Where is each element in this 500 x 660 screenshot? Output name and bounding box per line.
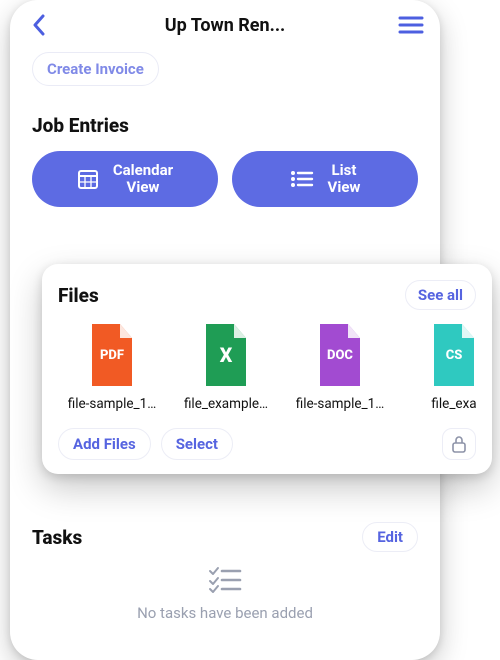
list-view-label: List View (328, 162, 361, 197)
files-lock-button[interactable] (442, 428, 476, 460)
menu-button[interactable] (396, 10, 426, 40)
top-nav: Up Town Ren... (10, 0, 440, 50)
file-name: file_example… (184, 396, 268, 412)
page-title: Up Town Ren... (10, 15, 440, 36)
file-item[interactable]: CS file_exa (400, 324, 476, 412)
file-pdf-icon: PDF (88, 324, 136, 386)
file-badge: X (220, 343, 233, 367)
file-item[interactable]: DOC file-sample_1… (286, 324, 394, 412)
file-excel-icon: X (202, 324, 250, 386)
files-see-all-button[interactable]: See all (405, 280, 476, 310)
list-view-button[interactable]: List View (232, 151, 418, 207)
hamburger-icon (398, 15, 424, 35)
select-files-button[interactable]: Select (161, 428, 233, 460)
back-button[interactable] (24, 10, 54, 40)
add-files-button[interactable]: Add Files (58, 428, 151, 460)
tasks-empty-text: No tasks have been added (137, 604, 313, 622)
lock-icon (451, 435, 467, 453)
create-invoice-button[interactable]: Create Invoice (32, 52, 159, 86)
file-doc-icon: DOC (316, 324, 364, 386)
add-files-label: Add Files (73, 435, 136, 453)
tasks-title: Tasks (32, 526, 82, 549)
calendar-view-button[interactable]: Calendar View (32, 151, 218, 207)
tasks-edit-button[interactable]: Edit (362, 522, 418, 552)
file-item[interactable]: X file_example… (172, 324, 280, 412)
file-name: file_exa (431, 396, 476, 412)
view-toggle-row: Calendar View List View (32, 151, 418, 207)
files-row[interactable]: PDF file-sample_1… X file_example… (58, 324, 476, 412)
file-badge: CS (446, 348, 463, 363)
create-invoice-label: Create Invoice (47, 60, 144, 78)
select-files-label: Select (176, 435, 218, 453)
file-badge: PDF (100, 348, 124, 363)
files-title: Files (58, 284, 99, 307)
tasks-edit-label: Edit (377, 528, 403, 546)
file-badge: DOC (327, 348, 353, 363)
chevron-left-icon (32, 14, 46, 36)
file-name: file-sample_1… (296, 396, 385, 412)
file-name: file-sample_1… (68, 396, 157, 412)
calendar-view-label: Calendar View (113, 162, 173, 197)
tasks-empty-state: No tasks have been added (32, 566, 418, 622)
files-see-all-label: See all (418, 286, 463, 304)
file-csv-icon: CS (430, 324, 476, 386)
job-entries-title: Job Entries (32, 114, 418, 137)
files-card: Files See all PDF file-sample_1… (42, 264, 492, 474)
list-icon (290, 169, 314, 189)
file-item[interactable]: PDF file-sample_1… (58, 324, 166, 412)
checklist-icon (208, 566, 242, 598)
job-entries-section: Job Entries Calendar View (10, 114, 440, 207)
tasks-section: Tasks Edit No tasks have been added (10, 522, 440, 622)
calendar-icon (77, 168, 99, 190)
files-actions: Add Files Select (58, 428, 476, 460)
